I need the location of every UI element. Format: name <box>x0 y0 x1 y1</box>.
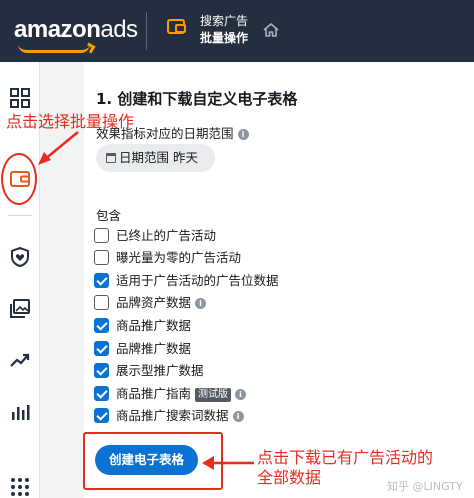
logo-text-ads: ads <box>100 16 138 43</box>
date-range-value: 昨天 <box>173 150 199 165</box>
apps-icon[interactable] <box>9 476 31 498</box>
option-label: 已终止的广告活动 <box>116 228 217 243</box>
checkbox-checked[interactable] <box>94 341 109 356</box>
option-label: 品牌资产数据 i <box>116 293 207 313</box>
shield-heart-icon[interactable] <box>9 246 31 268</box>
header-page-title: 批量操作 <box>200 31 249 45</box>
annotation-box <box>83 432 223 490</box>
checkbox-unchecked[interactable] <box>94 295 109 310</box>
option-label-text: 商品推广搜索词数据 <box>116 408 229 423</box>
top-navigation-bar: amazonads 搜索广告 批量操作 <box>0 0 474 62</box>
beta-badge: 测试版 <box>195 388 232 402</box>
option-label: 商品推广数据 <box>116 318 192 333</box>
logo-smile-arrow-icon <box>84 42 96 54</box>
option-label-text: 品牌资产数据 <box>116 295 192 310</box>
checkbox-unchecked[interactable] <box>94 228 109 243</box>
header-divider <box>146 12 147 50</box>
bar-chart-icon[interactable] <box>9 401 31 423</box>
calendar-icon <box>106 153 116 163</box>
logo-smile-icon <box>18 44 90 53</box>
logo-text-amazon: amazon <box>14 16 101 43</box>
option-label: 品牌推广数据 <box>116 341 192 356</box>
checkbox-checked[interactable] <box>94 408 109 423</box>
date-range-dropdown[interactable]: 日期范围 昨天 <box>96 144 215 172</box>
info-icon[interactable]: i <box>232 411 244 422</box>
option-label: 适用于广告活动的广告位数据 <box>116 273 279 288</box>
checkbox-checked[interactable] <box>94 386 109 401</box>
checkbox-checked[interactable] <box>94 273 109 288</box>
info-icon[interactable]: i <box>195 298 207 309</box>
annotation-circle <box>1 153 37 205</box>
include-section-label: 包含 <box>96 208 122 223</box>
option-label-text: 商品推广指南 <box>116 386 192 401</box>
annotation-select-bulk: 点击选择批量操作 <box>6 112 135 131</box>
step-title: 1. 创建和下载自定义电子表格 <box>96 90 298 108</box>
annotation-download-line2: 全部数据 <box>257 468 322 487</box>
sidebar-separator <box>8 215 32 216</box>
option-label: 曝光量为零的广告活动 <box>116 250 242 265</box>
header-section-title: 搜索广告 <box>200 14 249 28</box>
bulk-operations-header-icon <box>167 19 186 34</box>
option-label: 商品推广指南 测试版 i <box>116 384 247 404</box>
info-icon[interactable]: i <box>235 389 247 400</box>
option-label: 展示型推广数据 <box>116 363 204 378</box>
home-icon[interactable] <box>262 22 280 38</box>
amazon-ads-logo[interactable]: amazonads <box>14 16 138 44</box>
info-icon[interactable]: i <box>237 129 249 140</box>
checkbox-checked[interactable] <box>94 363 109 378</box>
option-label: 商品推广搜索词数据 i <box>116 406 244 426</box>
checkbox-unchecked[interactable] <box>94 250 109 265</box>
date-range-chip-label: 日期范围 <box>119 150 170 165</box>
grid-icon[interactable] <box>9 87 31 109</box>
images-icon[interactable] <box>9 298 31 320</box>
trend-icon[interactable] <box>9 349 31 371</box>
watermark: 知乎 @LINGTY <box>387 480 463 493</box>
checkbox-checked[interactable] <box>94 318 109 333</box>
